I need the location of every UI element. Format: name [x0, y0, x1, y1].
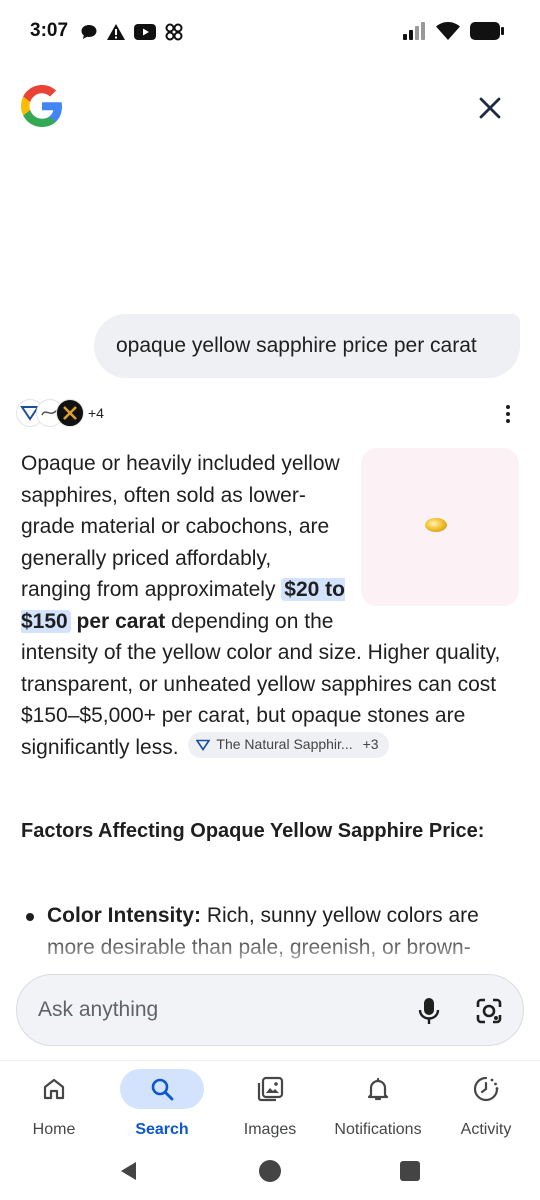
status-notification-icons: [80, 22, 184, 42]
ask-placeholder: Ask anything: [38, 998, 159, 1021]
images-icon: [257, 1076, 284, 1102]
pinwheel-icon: [165, 23, 183, 41]
bottom-navigation: Home Search Images Notifications Activit…: [0, 1060, 540, 1144]
nav-activity-label: Activity: [460, 1121, 512, 1138]
source-avatar-dark: [56, 399, 84, 427]
system-navigation: [0, 1144, 540, 1200]
youtube-icon: [134, 24, 156, 40]
status-time: 3:07: [30, 20, 69, 41]
sources-more-count: +4: [88, 405, 104, 421]
ask-input[interactable]: Ask anything: [16, 974, 524, 1046]
nav-home[interactable]: Home: [0, 1067, 108, 1143]
nav-activity[interactable]: Activity: [432, 1067, 540, 1143]
lens-camera-icon: [476, 998, 502, 1024]
bullet-label: Color Intensity:: [47, 904, 202, 927]
nav-home-label: Home: [32, 1121, 76, 1138]
back-button[interactable]: [114, 1156, 144, 1186]
nav-images[interactable]: Images: [216, 1067, 324, 1143]
more-vert-icon: [506, 405, 510, 409]
nav-notifications[interactable]: Notifications: [324, 1067, 432, 1143]
yellow-gem-image: [425, 518, 447, 532]
nav-notifications-label: Notifications: [334, 1121, 422, 1138]
source-chip[interactable]: The Natural Sapphir... +3: [188, 731, 389, 758]
wifi-icon: [436, 22, 460, 40]
answer-bold-per-carat: per carat: [70, 609, 166, 633]
source-chip-count: +3: [362, 735, 379, 752]
activity-icon: [473, 1076, 499, 1102]
source-chip-label: The Natural Sapphir...: [216, 735, 353, 752]
voice-search-button[interactable]: [413, 993, 445, 1029]
query-text: opaque yellow sapphire price per carat: [116, 334, 477, 357]
back-triangle-icon: [121, 1162, 136, 1180]
more-options-button[interactable]: [496, 400, 520, 428]
battery-icon: [470, 22, 504, 40]
status-system-icons: [402, 22, 504, 40]
home-circle-icon: [259, 1160, 281, 1182]
section-heading: Factors Affecting Opaque Yellow Sapphire…: [21, 820, 485, 842]
nav-search[interactable]: Search: [108, 1067, 216, 1143]
search-icon: [151, 1078, 174, 1101]
chat-bubble-icon: [81, 25, 97, 39]
close-icon: [479, 97, 501, 119]
signal-icon: [403, 22, 425, 40]
bell-icon: [367, 1077, 389, 1101]
recents-button[interactable]: [395, 1156, 425, 1186]
google-g-icon: [20, 84, 64, 128]
diamond-icon: [196, 739, 211, 751]
recents-square-icon: [400, 1161, 420, 1181]
sources-row[interactable]: +4: [16, 398, 104, 428]
sapphire-thumbnail[interactable]: [361, 448, 519, 606]
warning-icon: [107, 24, 125, 40]
mic-icon: [418, 998, 440, 1024]
nav-search-label: Search: [135, 1121, 189, 1138]
close-button[interactable]: [472, 90, 508, 126]
query-bubble[interactable]: opaque yellow sapphire price per carat: [94, 314, 520, 378]
nav-images-label: Images: [243, 1121, 297, 1138]
crossed-tools-icon: [63, 406, 77, 420]
status-bar: 3:07: [0, 0, 540, 64]
ai-answer: Opaque or heavily included yellow sapphi…: [21, 448, 521, 763]
home-button[interactable]: [255, 1156, 285, 1186]
home-icon: [43, 1078, 65, 1100]
lens-button[interactable]: [471, 993, 507, 1029]
